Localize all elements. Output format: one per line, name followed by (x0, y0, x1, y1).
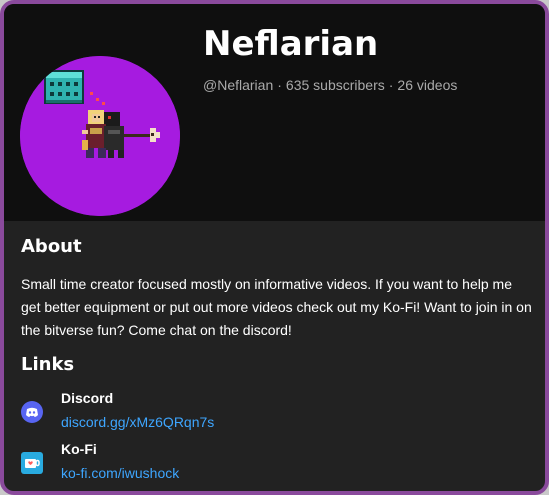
link-name-discord: Discord (61, 390, 114, 406)
treasure-chest-pixel-icon (44, 70, 84, 104)
link-item-kofi: Ko-Fi ko-fi.com/iwushock (21, 441, 521, 485)
kofi-cup-icon (21, 452, 43, 474)
channel-about-panel: Neflarian @Neflarian · 635 subscribers · 26 … (0, 0, 549, 495)
subscriber-count: 635 subscribers (285, 77, 385, 93)
pixel-art-avatar-image (20, 56, 180, 216)
channel-stats: @Neflarian · 635 subscribers · 26 videos (203, 77, 457, 93)
link-item-discord: Discord discord.gg/xMz6QRqn7s (21, 390, 521, 434)
channel-handle: @Neflarian (203, 77, 274, 93)
link-url-kofi[interactable]: ko-fi.com/iwushock (61, 465, 179, 481)
meta-separator: · (277, 77, 282, 93)
meta-separator: · (388, 77, 394, 93)
channel-avatar[interactable] (20, 56, 180, 216)
channel-name: Neflarian (203, 24, 379, 64)
link-url-discord[interactable]: discord.gg/xMz6QRqn7s (61, 414, 214, 430)
video-count: 26 videos (397, 77, 458, 93)
about-heading: About (21, 236, 82, 257)
discord-icon (21, 401, 43, 423)
about-description: Small time creator focused mostly on inf… (21, 276, 532, 338)
channel-header: Neflarian @Neflarian · 635 subscribers · 26 … (4, 4, 545, 221)
links-heading: Links (21, 354, 75, 375)
link-name-kofi: Ko-Fi (61, 441, 97, 457)
